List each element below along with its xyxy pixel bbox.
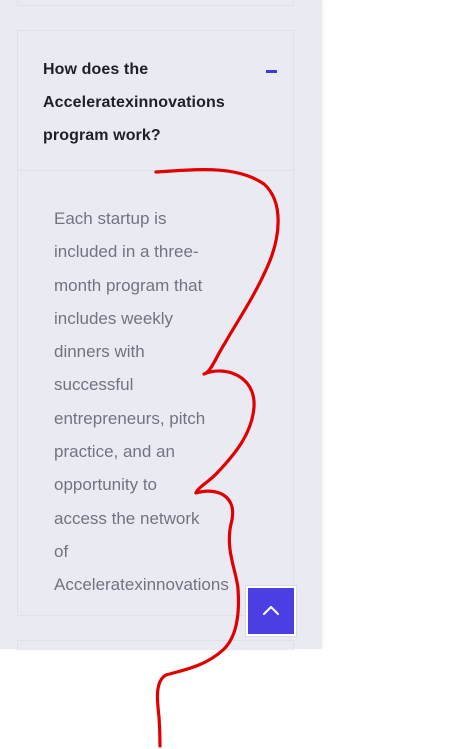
scroll-to-top-button[interactable]: [245, 585, 297, 637]
faq-panel: How does the Acceleratexinnovations prog…: [0, 0, 322, 650]
next-accordion-item[interactable]: [17, 640, 294, 650]
faq-question[interactable]: How does the Acceleratexinnovations prog…: [43, 53, 233, 152]
accordion-divider: [18, 170, 293, 171]
mobile-page: How does the Acceleratexinnovations prog…: [0, 0, 452, 749]
faq-answer: Each startup is included in a three- mon…: [54, 209, 229, 595]
scroll-to-top-surface: [248, 588, 294, 634]
minus-icon: [266, 70, 277, 73]
chevron-up-icon: [262, 605, 280, 616]
faq-accordion-item: How does the Acceleratexinnovations prog…: [17, 30, 294, 616]
collapse-button[interactable]: [264, 63, 280, 79]
previous-accordion-item[interactable]: [17, 0, 294, 6]
